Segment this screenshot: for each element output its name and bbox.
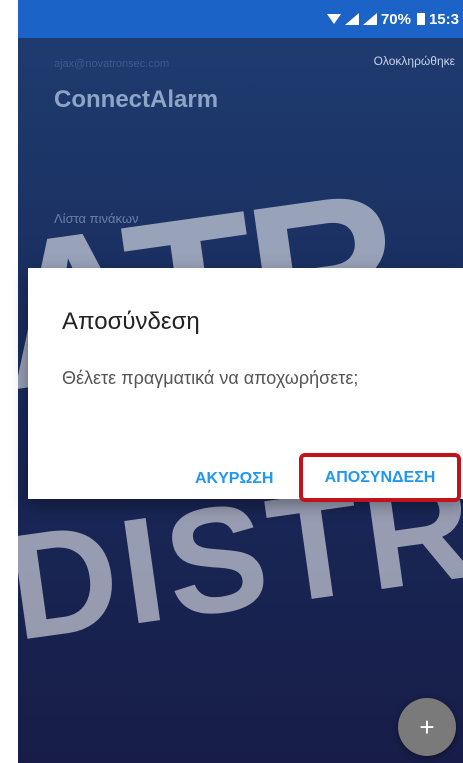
status-bar: 70% 15:3: [18, 0, 463, 38]
dialog-message: Θέλετε πραγματικά να αποχωρήσετε;: [62, 368, 359, 388]
cancel-button[interactable]: ΑΚΥΡΩΣΗ: [195, 470, 273, 488]
clock: 15:3: [428, 10, 459, 28]
dialog-title: Αποσύνδεση: [62, 308, 200, 335]
app-title: ConnectAlarm: [54, 86, 219, 113]
signal-icon-2: [362, 13, 377, 25]
account-email: ajax@novatronsec.com: [54, 58, 170, 70]
status-icons: 70% 15:3: [326, 10, 459, 28]
logout-button-label: ΑΠΟΣΥΝΔΕΣΗ: [324, 468, 436, 486]
logout-button[interactable]: ΑΠΟΣΥΝΔΕΣΗ: [299, 453, 461, 502]
done-button[interactable]: Ολοκληρώθηκε: [374, 54, 455, 68]
battery-percent: 70%: [380, 10, 411, 28]
panels-list-label: Λίστα πινάκων: [54, 211, 139, 226]
signal-icon: [344, 13, 359, 25]
add-panel-button[interactable]: +: [398, 698, 456, 756]
logout-dialog: Αποσύνδεση Θέλετε πραγματικά να αποχωρήσ…: [28, 268, 463, 502]
battery-icon: [416, 13, 425, 25]
wifi-icon: [326, 14, 341, 24]
